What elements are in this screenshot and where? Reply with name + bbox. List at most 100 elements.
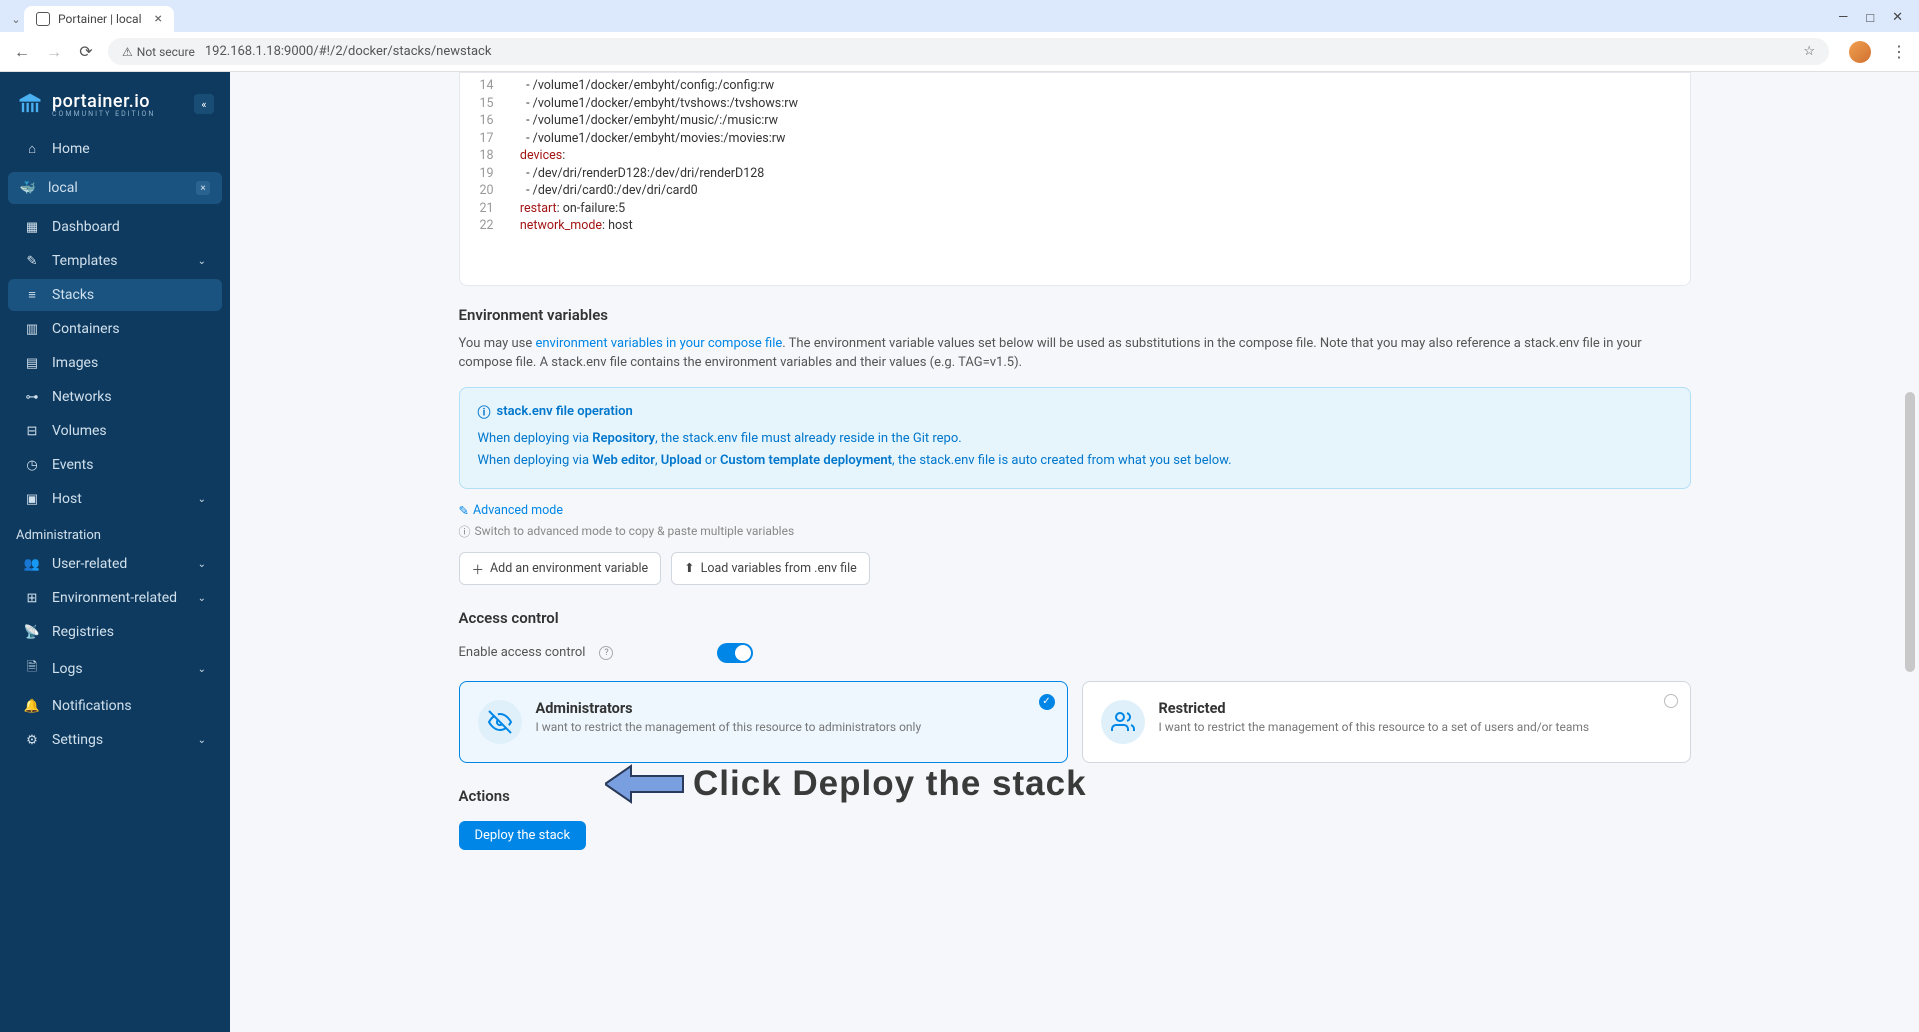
maximize-icon[interactable]: □ [1866, 10, 1874, 26]
sidebar-item-images[interactable]: ▤ Images [8, 347, 222, 379]
gear-icon: ⚙ [24, 733, 40, 748]
warning-icon: ⚠ [122, 45, 133, 59]
chevron-down-icon: ⌄ [198, 559, 206, 570]
sidebar-label: Host [52, 491, 82, 507]
sidebar-item-registries[interactable]: 📡 Registries [8, 616, 222, 648]
back-icon[interactable]: ← [12, 42, 32, 62]
sidebar-item-volumes[interactable]: ⊟Volumes [8, 415, 222, 447]
access-card-administrators[interactable]: Administrators I want to restrict the ma… [459, 681, 1068, 763]
portainer-logo-icon [16, 90, 44, 118]
chevron-down-icon: ⌄ [198, 735, 206, 746]
info-icon: ⓘ [459, 523, 471, 540]
home-icon: ⌂ [24, 141, 40, 157]
stackenv-info-card: ⓘ stack.env file operation When deployin… [459, 387, 1691, 489]
sidebar-item-host[interactable]: ▣ Host ⌄ [8, 483, 222, 515]
sidebar-label: Events [52, 457, 93, 473]
minimize-icon[interactable]: — [1838, 10, 1848, 26]
scrollbar-track[interactable] [1903, 72, 1917, 1032]
sidebar-item-logs[interactable]: 🗎Logs⌄ [8, 650, 222, 688]
check-icon: ✓ [1039, 694, 1055, 710]
advanced-mode-link[interactable]: ✎Advanced mode [459, 503, 563, 519]
browser-tab[interactable]: Portainer | local × [24, 6, 174, 32]
address-bar[interactable]: ⚠ Not secure 192.168.1.18:9000/#!/2/dock… [108, 38, 1829, 65]
host-icon: ▣ [24, 492, 40, 507]
tab-title: Portainer | local [58, 12, 142, 26]
networks-icon: ⊶ [24, 390, 40, 405]
logs-icon: 🗎 [24, 658, 40, 680]
sidebar-item-user-related[interactable]: 👥User-related⌄ [8, 548, 222, 580]
sidebar-label: Dashboard [52, 219, 120, 235]
code-editor[interactable]: 14 - /volume1/docker/embyht/config:/conf… [459, 72, 1691, 286]
sidebar-label: Registries [52, 624, 114, 640]
events-icon: ◷ [24, 458, 40, 473]
card-title: Administrators [536, 700, 922, 717]
sidebar-item-notifications[interactable]: 🔔Notifications [8, 690, 222, 722]
access-card-restricted[interactable]: Restricted I want to restrict the manage… [1082, 681, 1691, 763]
add-env-var-button[interactable]: ＋Add an environment variable [459, 552, 662, 585]
main-content: 14 - /volume1/docker/embyht/config:/conf… [230, 72, 1919, 1032]
reload-icon[interactable]: ⟳ [76, 42, 96, 61]
access-toggle-label: Enable access control [459, 645, 586, 660]
logo-text: portainer.io [52, 91, 155, 112]
help-icon[interactable]: ? [599, 646, 613, 660]
dashboard-icon: ▦ [24, 220, 40, 235]
sidebar-label: Images [52, 355, 98, 371]
favicon-icon [36, 12, 50, 26]
sidebar-item-home[interactable]: ⌂ Home [8, 133, 222, 165]
advanced-mode-hint: ⓘ Switch to advanced mode to copy & past… [445, 523, 1705, 552]
not-secure-badge[interactable]: ⚠ Not secure [122, 45, 195, 59]
tab-close-icon[interactable]: × [155, 11, 162, 27]
sidebar-label: User-related [52, 556, 127, 572]
stacks-icon: ≡ [24, 287, 40, 303]
card-desc: I want to restrict the management of thi… [536, 720, 922, 734]
info-line-2: When deploying via Web editor, Upload or… [478, 451, 1672, 471]
chevron-down-icon: ⌄ [198, 593, 206, 604]
close-window-icon[interactable]: ✕ [1892, 10, 1903, 26]
sidebar-item-env-related[interactable]: ⊞ Environment-related ⌄ [8, 582, 222, 614]
sidebar-label: Notifications [52, 698, 132, 714]
sidebar-item-settings[interactable]: ⚙Settings⌄ [8, 724, 222, 756]
profile-avatar[interactable] [1849, 41, 1871, 63]
sidebar: portainer.io COMMUNITY EDITION « ⌂ Home … [0, 72, 230, 1032]
sidebar-item-networks[interactable]: ⊶ Networks [8, 381, 222, 413]
kebab-menu-icon[interactable]: ⋮ [1891, 42, 1907, 61]
sidebar-item-dashboard[interactable]: ▦ Dashboard [8, 211, 222, 243]
info-icon: ⓘ [478, 402, 491, 421]
window-controls: — □ ✕ [1838, 10, 1911, 32]
edit-icon: ✎ [459, 503, 469, 519]
sidebar-label: Environment-related [52, 590, 177, 606]
forward-icon: → [44, 42, 64, 62]
users-group-icon [1101, 700, 1145, 744]
chevron-down-icon: ⌄ [198, 664, 206, 675]
access-toggle[interactable] [717, 643, 753, 663]
sidebar-item-events[interactable]: ◷ Events [8, 449, 222, 481]
sidebar-logo: portainer.io COMMUNITY EDITION « [0, 82, 230, 132]
load-env-file-button[interactable]: ⬆Load variables from .env file [671, 552, 870, 585]
env-close-icon[interactable]: × [196, 181, 210, 195]
env-icon: ⊞ [24, 591, 40, 606]
env-section-title: Environment variables [445, 306, 1705, 334]
sidebar-item-stacks[interactable]: ≡ Stacks [8, 279, 222, 311]
sidebar-label: Templates [52, 253, 118, 269]
env-help-link[interactable]: environment variables in your compose fi… [535, 336, 782, 351]
deploy-stack-button[interactable]: Deploy the stack [459, 821, 587, 850]
bookmark-star-icon[interactable]: ☆ [1803, 44, 1815, 59]
images-icon: ▤ [24, 356, 40, 371]
sidebar-collapse-button[interactable]: « [194, 94, 214, 114]
sidebar-item-containers[interactable]: ▥Containers [8, 313, 222, 345]
sidebar-item-templates[interactable]: ✎Templates⌄ [8, 245, 222, 277]
sidebar-environment-badge[interactable]: 🐳 local × [8, 172, 222, 204]
sidebar-label: Networks [52, 389, 112, 405]
tab-dropdown-icon[interactable]: ⌄ [8, 13, 24, 32]
sidebar-section-admin: Administration [0, 516, 230, 547]
scrollbar-thumb[interactable] [1905, 392, 1915, 672]
card-desc: I want to restrict the management of thi… [1159, 720, 1590, 734]
upload-icon: ⬆ [684, 560, 694, 576]
chevron-down-icon: ⌄ [198, 494, 206, 505]
plus-icon: ＋ [472, 559, 485, 578]
browser-toolbar: ← → ⟳ ⚠ Not secure 192.168.1.18:9000/#!/… [0, 32, 1919, 72]
registries-icon: 📡 [24, 625, 40, 640]
sidebar-label: Stacks [52, 287, 94, 303]
sidebar-label: Containers [52, 321, 120, 337]
chevron-down-icon: ⌄ [198, 256, 206, 267]
